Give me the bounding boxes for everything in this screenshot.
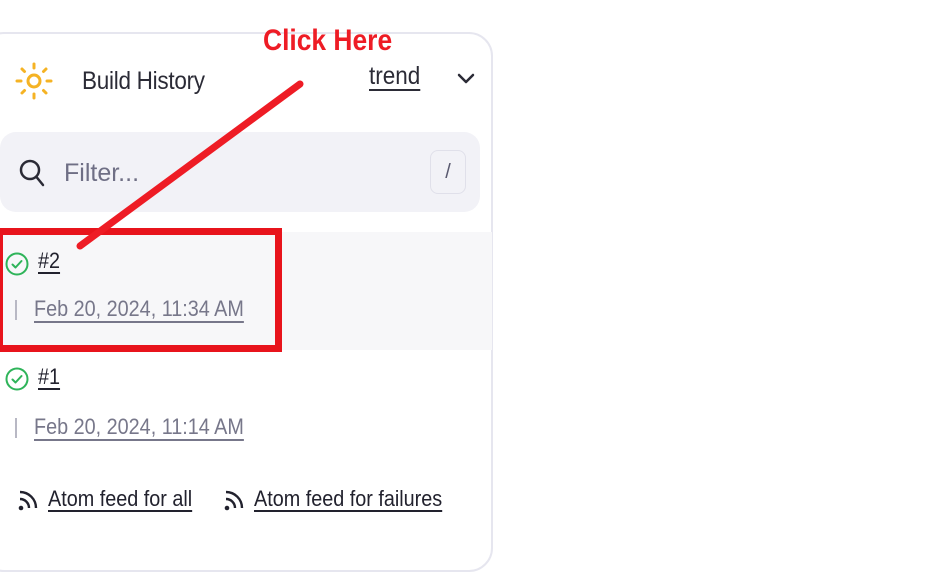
build-timestamp-link[interactable]: Feb 20, 2024, 11:14 AM xyxy=(34,414,244,440)
filter-input[interactable] xyxy=(62,152,406,194)
build-timestamp-link[interactable]: Feb 20, 2024, 11:34 AM xyxy=(34,296,244,322)
build-row[interactable]: #2 Feb 20, 2024, 11:34 AM xyxy=(0,232,492,350)
feed-label: Atom feed for all xyxy=(48,486,193,511)
keyboard-shortcut-hint: / xyxy=(430,150,466,194)
rss-icon xyxy=(18,490,38,511)
rss-icon xyxy=(224,490,244,511)
timeline-bar xyxy=(15,300,17,320)
widget-title: Build History xyxy=(82,66,205,95)
sun-icon xyxy=(15,62,53,100)
feed-links: Atom feed for all Atom feed for failures xyxy=(16,486,477,512)
check-circle-icon xyxy=(5,367,29,391)
check-circle-icon xyxy=(5,252,29,276)
build-row[interactable]: #1 Feb 20, 2024, 11:14 AM xyxy=(0,350,492,468)
callout-text: Click Here xyxy=(263,24,393,57)
build-number-link[interactable]: #2 xyxy=(38,248,60,274)
chevron-down-icon[interactable] xyxy=(456,72,476,86)
feed-label: Atom feed for failures xyxy=(254,486,443,511)
build-history-header: Build History trend xyxy=(14,58,476,104)
search-icon xyxy=(19,159,45,187)
timeline-bar xyxy=(15,418,17,438)
atom-feed-all-link[interactable]: Atom feed for all xyxy=(16,486,208,512)
build-number-link[interactable]: #1 xyxy=(38,364,60,390)
filter-box xyxy=(0,132,480,212)
trend-link[interactable]: trend xyxy=(369,62,420,91)
atom-feed-failures-link[interactable]: Atom feed for failures xyxy=(222,486,463,512)
